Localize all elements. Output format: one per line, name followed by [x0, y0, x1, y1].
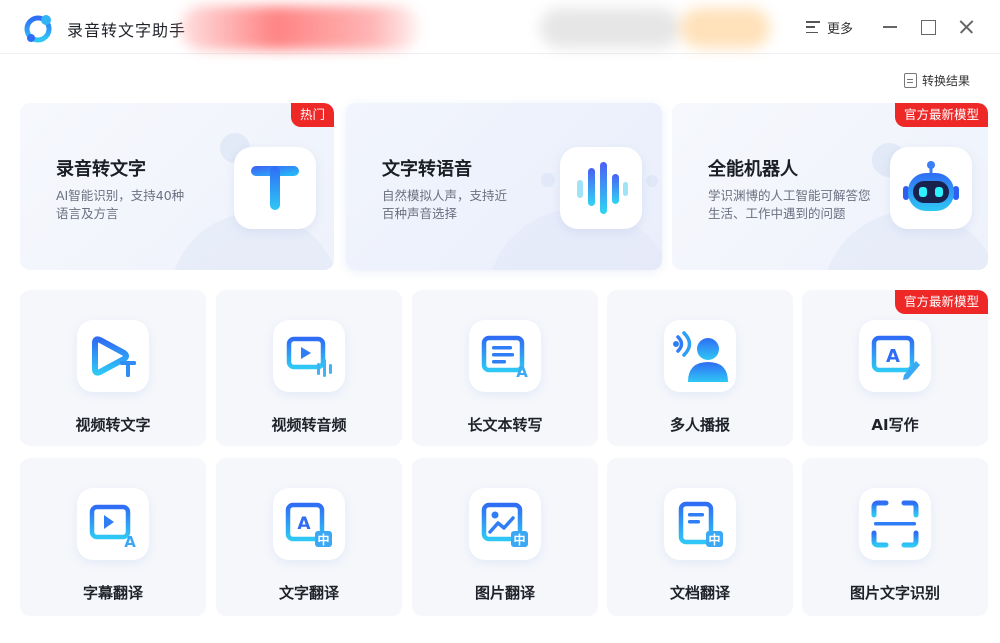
document-translate-icon: 中 [678, 501, 723, 547]
tool-long-text[interactable]: A 长文本转写 [412, 290, 598, 446]
minimize-button[interactable] [877, 14, 903, 40]
robot-icon [903, 161, 959, 211]
tool-label: 视频转音频 [271, 416, 347, 434]
feature-card-title: 录音转文字 [56, 159, 146, 180]
feature-card-audio-to-text[interactable]: 录音转文字 AI智能识别，支持40种语言及方言 热门 [20, 103, 334, 270]
decor-circle [646, 175, 658, 187]
title-bar: 录音转文字助手 更多 [0, 0, 1000, 54]
svg-text:中: 中 [317, 532, 329, 547]
tool-icon-box [77, 320, 149, 392]
document-icon [904, 73, 917, 88]
tool-label: AI写作 [871, 416, 919, 434]
tool-label: 视频转文字 [75, 416, 151, 434]
more-menu-button[interactable]: 更多 [806, 17, 853, 37]
tool-text-translate[interactable]: A 中 文字翻译 [216, 458, 402, 616]
app-logo-icon [24, 15, 52, 43]
feature-card-desc: 学识渊博的人工智能可解答您生活、工作中遇到的问题 [708, 188, 871, 221]
feature-card-icon-box [890, 147, 972, 229]
hot-badge: 热门 [290, 103, 334, 127]
svg-text:A: A [516, 363, 528, 381]
tool-document-translate[interactable]: 中 文档翻译 [607, 458, 793, 616]
svg-text:A: A [886, 346, 900, 367]
feature-card-text-to-speech[interactable]: 文字转语音 自然模拟人声，支持近百种声音选择 [346, 103, 662, 270]
tool-ai-writing[interactable]: A AI写作 官方最新模型 [802, 290, 988, 446]
tool-label: 图片文字识别 [849, 584, 940, 602]
menu-icon [806, 21, 820, 33]
tool-label: 图片翻译 [474, 584, 535, 602]
tool-icon-box: A 中 [273, 488, 345, 560]
image-translate-icon: 中 [481, 502, 528, 547]
feature-card-icon-box [234, 147, 316, 229]
maximize-button[interactable] [915, 14, 941, 40]
image-ocr-icon [871, 500, 919, 548]
feature-card-ai-robot[interactable]: 全能机器人 学识渊博的人工智能可解答您生活、工作中遇到的问题 官方最新模型 [672, 103, 988, 270]
tool-video-to-audio[interactable]: 视频转音频 [216, 290, 402, 446]
tool-subtitle-translate[interactable]: A 字幕翻译 [20, 458, 206, 616]
tool-multi-speaker[interactable]: 多人播报 [607, 290, 793, 446]
feature-card-desc: AI智能识别，支持40种语言及方言 [56, 188, 185, 221]
tool-label: 文档翻译 [669, 584, 730, 602]
tool-icon-box [859, 488, 931, 560]
tool-label: 多人播报 [669, 416, 730, 434]
tool-icon-box: 中 [664, 488, 736, 560]
video-to-text-icon [92, 336, 136, 377]
blurred-banner-tertiary [680, 8, 770, 48]
tool-icon-box: 中 [469, 488, 541, 560]
subtitle-translate-icon: A [89, 504, 136, 549]
app-title: 录音转文字助手 [67, 21, 187, 40]
tool-icon-box [664, 320, 736, 392]
blurred-banner-secondary [540, 8, 680, 48]
tool-icon-box: A [77, 488, 149, 560]
multi-speaker-icon [673, 331, 728, 382]
soundwave-icon [577, 162, 628, 214]
feature-card-title: 文字转语音 [382, 159, 472, 180]
tool-label: 长文本转写 [467, 416, 543, 434]
svg-text:A: A [297, 514, 311, 534]
tool-image-translate[interactable]: 中 图片翻译 [412, 458, 598, 616]
feature-card-icon-box [560, 147, 642, 229]
tool-label: 文字翻译 [278, 584, 339, 602]
text-t-icon [251, 166, 299, 210]
svg-text:A: A [124, 533, 136, 549]
more-label: 更多 [827, 21, 854, 37]
conversion-results-label: 转换结果 [922, 74, 971, 88]
feature-card-desc: 自然模拟人声，支持近百种声音选择 [382, 188, 508, 221]
tool-icon-box: A [859, 320, 931, 392]
tool-label: 字幕翻译 [82, 584, 143, 602]
svg-text:中: 中 [513, 532, 525, 547]
new-model-badge: 官方最新模型 [894, 103, 988, 127]
tool-icon-box: A [469, 320, 541, 392]
tool-image-ocr[interactable]: 图片文字识别 [802, 458, 988, 616]
text-translate-icon: A 中 [285, 502, 332, 547]
new-model-badge: 官方最新模型 [894, 290, 988, 314]
feature-card-title: 全能机器人 [708, 159, 798, 180]
tool-icon-box [273, 320, 345, 392]
conversion-results-button[interactable]: 转换结果 [904, 72, 970, 89]
blurred-banner [180, 6, 420, 50]
svg-text:中: 中 [708, 532, 720, 547]
decor-circle [541, 173, 555, 187]
long-text-icon: A [481, 335, 528, 381]
ai-writing-icon: A [871, 335, 920, 380]
tool-video-to-text[interactable]: 视频转文字 [20, 290, 206, 446]
close-button[interactable] [953, 14, 979, 40]
video-to-audio-icon [286, 336, 332, 377]
